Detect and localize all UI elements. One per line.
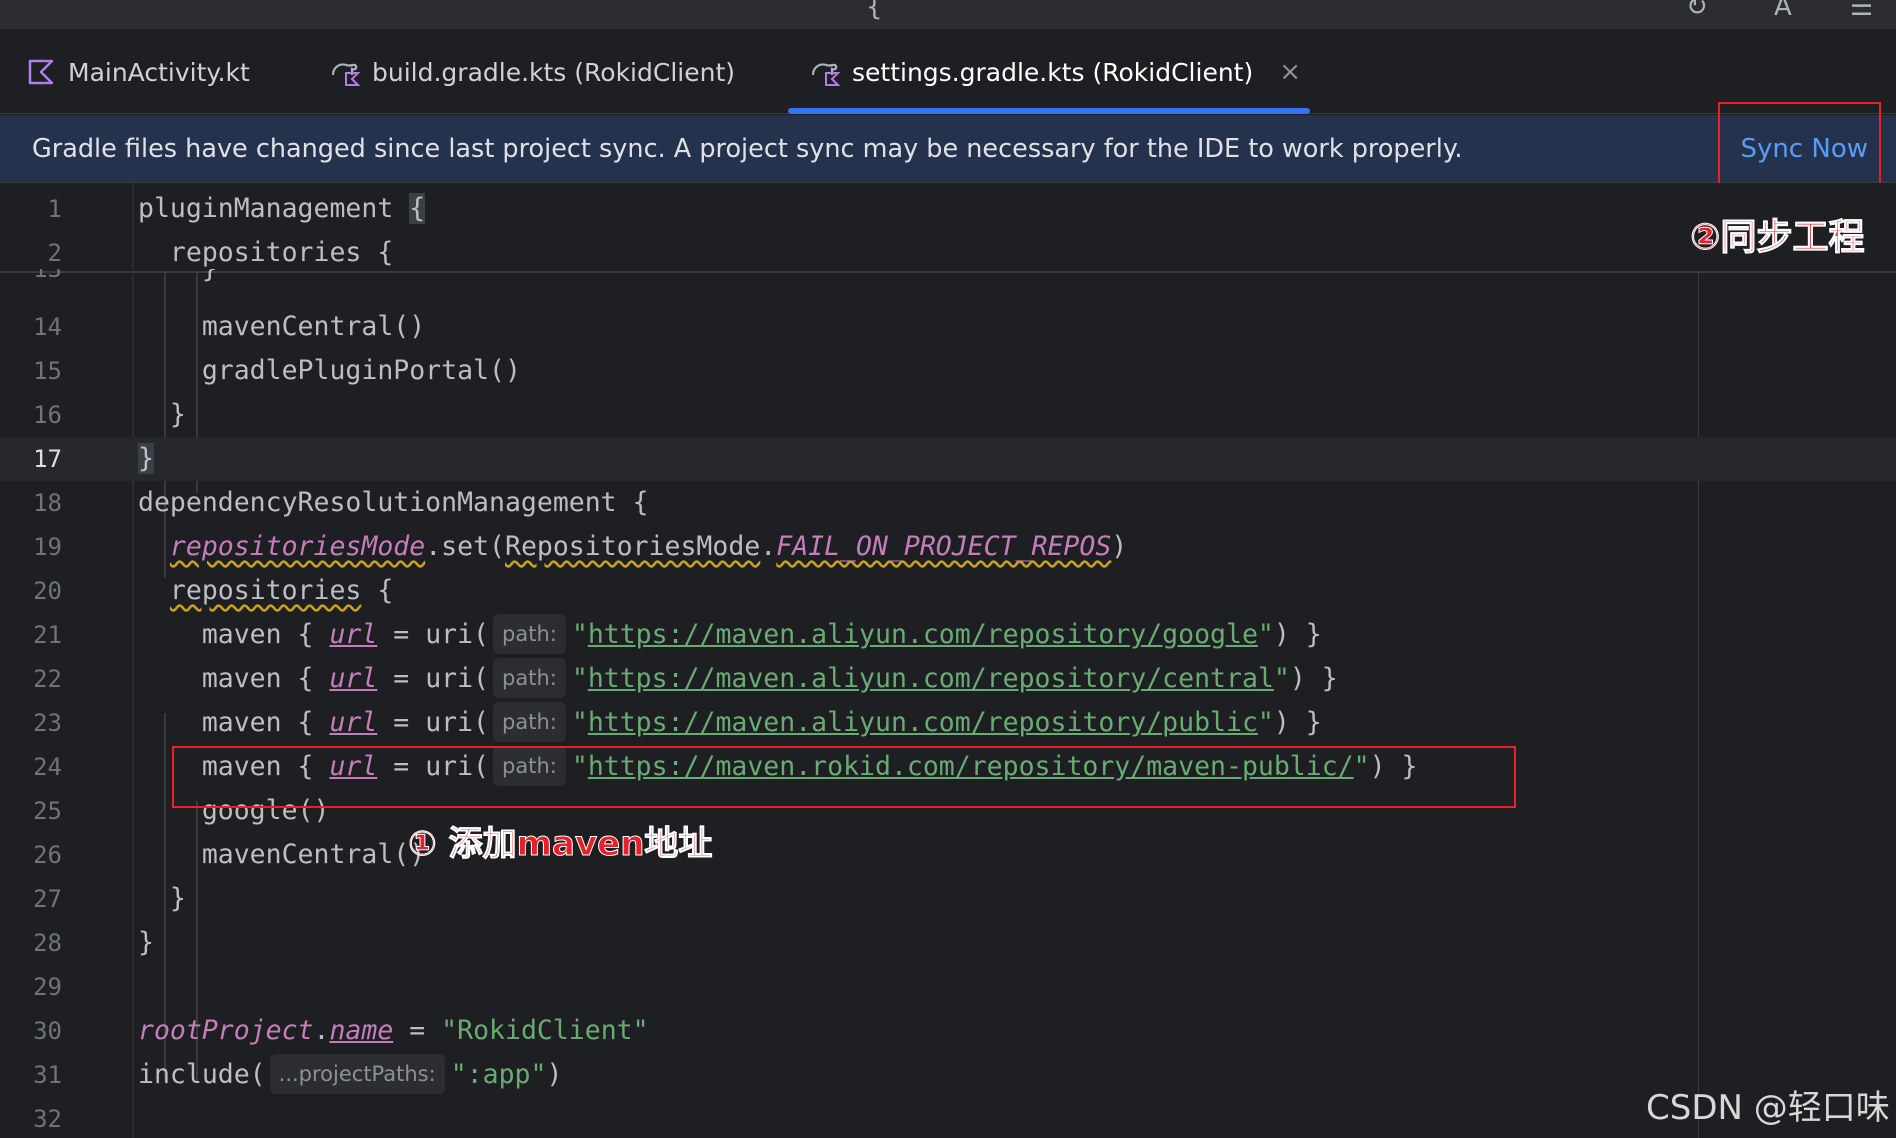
banner-message: Gradle files have changed since last pro… [32, 133, 1463, 164]
code-line: 1 pluginManagement { [0, 187, 1896, 231]
code-editor[interactable]: 1 pluginManagement { 2 repositories { 13… [0, 183, 1896, 1138]
code-text: mavenCentral() [138, 839, 426, 870]
line-number: 13 [33, 269, 62, 283]
code-line: 29 [0, 965, 1896, 1009]
code-text: dependencyResolutionManagement { [138, 487, 649, 518]
gradle-kts-icon [331, 63, 360, 86]
line-number: 25 [33, 797, 62, 825]
code-line-current: 17 } [0, 437, 1896, 481]
code-text: gradlePluginPortal() [138, 355, 521, 386]
gradle-kts-icon [811, 63, 840, 86]
code-line: 20 repositories { [0, 569, 1896, 613]
line-number: 16 [33, 401, 62, 429]
repository-url[interactable]: https://maven.aliyun.com/repository/goog… [588, 619, 1258, 650]
annotation-sync-label: ②同步工程 [1689, 217, 1865, 259]
code-line: 27 } [0, 877, 1896, 921]
code-text: pluginManagement { [138, 193, 426, 224]
line-number: 20 [33, 577, 62, 605]
update-icon[interactable]: ↻ [1686, 0, 1708, 22]
code-text: } [138, 269, 218, 291]
code-line: 32 [0, 1097, 1896, 1138]
line-number: 15 [33, 357, 62, 385]
parameter-hint: ...projectPaths: [269, 1053, 445, 1094]
line-number: 26 [33, 841, 62, 869]
gradle-sync-banner: Gradle files have changed since last pro… [0, 115, 1896, 183]
line-number: 23 [33, 709, 62, 737]
line-number: 1 [47, 195, 62, 223]
tab-build-gradle[interactable]: build.gradle.kts (RokidClient) [330, 30, 735, 114]
code-line: 15 gradlePluginPortal() [0, 349, 1896, 393]
editor-tab-bar: MainActivity.kt build.gradle.kts (RokidC… [0, 30, 1896, 114]
tab-label: settings.gradle.kts (RokidClient) [852, 57, 1254, 87]
line-number: 27 [33, 885, 62, 913]
repository-url[interactable]: https://maven.aliyun.com/repository/publ… [588, 707, 1258, 738]
line-number: 14 [33, 313, 62, 341]
code-text: } [138, 883, 186, 914]
code-line: 21 maven { url = uri(path: "https://maven… [0, 613, 1896, 657]
code-text: } [138, 443, 154, 474]
parameter-hint: path: [493, 701, 566, 742]
line-number: 19 [33, 533, 62, 561]
line-number: 28 [33, 929, 62, 957]
code-text: maven { url = uri(path: "https://maven.al… [138, 701, 1322, 745]
code-line: 18 dependencyResolutionManagement { [0, 481, 1896, 525]
line-number: 21 [33, 621, 62, 649]
code-text: mavenCentral() [138, 311, 426, 342]
line-number: 31 [33, 1061, 62, 1089]
layout-icon[interactable]: ☰ [1850, 0, 1873, 22]
code-text: } [138, 399, 186, 430]
line-number: 30 [33, 1017, 62, 1045]
line-number: 29 [33, 973, 62, 1001]
annotation-box-sync [1718, 102, 1881, 190]
close-icon[interactable]: × [1279, 57, 1301, 87]
main-toolbar: { ↻ A ☰ [0, 0, 1896, 30]
code-text: include(...projectPaths: ":app") [138, 1053, 562, 1097]
watermark: CSDN @轻口味 [1646, 1088, 1890, 1128]
code-text: maven { url = uri(path: "https://maven.al… [138, 657, 1338, 701]
code-line: 13 } [0, 269, 1896, 291]
parameter-hint: path: [493, 613, 566, 654]
toolbar-icon[interactable]: { [866, 0, 883, 22]
code-line: 14 mavenCentral() [0, 305, 1896, 349]
code-line: 31 include(...projectPaths: ":app") [0, 1053, 1896, 1097]
code-text: rootProject.name = "RokidClient" [138, 1015, 649, 1046]
code-text: } [138, 927, 154, 958]
line-number: 24 [33, 753, 62, 781]
code-text: repositoriesMode.set(RepositoriesMode.FA… [169, 531, 1128, 562]
repository-url[interactable]: https://maven.aliyun.com/repository/cent… [588, 663, 1274, 694]
code-text: repositories { [169, 575, 394, 606]
line-number: 22 [33, 665, 62, 693]
code-line: 28 } [0, 921, 1896, 965]
code-line: 22 maven { url = uri(path: "https://maven… [0, 657, 1896, 701]
parameter-hint: path: [493, 657, 566, 698]
tab-settings-gradle[interactable]: settings.gradle.kts (RokidClient) × [788, 30, 1310, 114]
line-number: 32 [33, 1105, 62, 1133]
line-number: 18 [33, 489, 62, 517]
account-icon[interactable]: A [1774, 0, 1792, 22]
annotation-box-maven [172, 746, 1516, 808]
line-number: 17 [33, 445, 62, 473]
annotation-maven-label: ① 添加maven地址 [407, 824, 713, 865]
tab-main-activity[interactable]: MainActivity.kt [26, 30, 250, 114]
code-line: 23 maven { url = uri(path: "https://maven… [0, 701, 1896, 745]
kotlin-file-icon [28, 59, 54, 85]
code-line: 30 rootProject.name = "RokidClient" [0, 1009, 1896, 1053]
tab-label: build.gradle.kts (RokidClient) [372, 57, 736, 87]
code-line: 19 repositoriesMode.set(RepositoriesMode… [0, 525, 1896, 569]
code-line: 26 mavenCentral() [0, 833, 1896, 877]
code-text: maven { url = uri(path: "https://maven.al… [138, 613, 1322, 657]
tab-label: MainActivity.kt [68, 57, 250, 87]
code-line: 16 } [0, 393, 1896, 437]
